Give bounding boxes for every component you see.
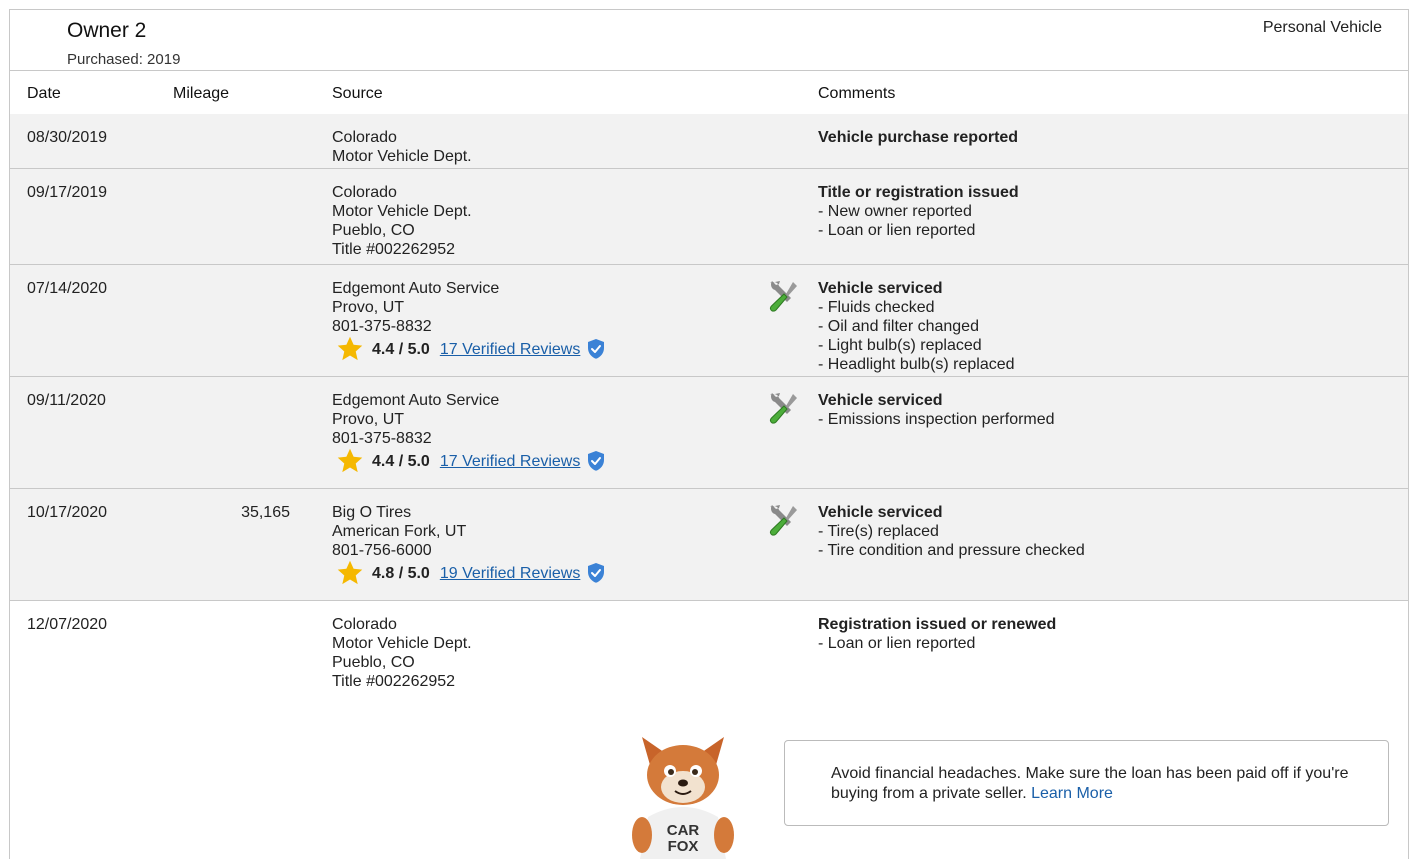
verified-shield-icon [588,563,605,583]
row-date: 12/07/2020 [27,616,108,633]
learn-more-link[interactable]: Learn More [1031,785,1113,802]
table-header: Date Mileage Source Comments [10,70,1408,115]
comment-line: - Oil and filter changed [818,318,979,335]
star-icon [337,560,363,585]
header-mileage: Mileage [173,85,230,102]
verified-reviews-link[interactable]: 17 Verified Reviews [440,340,581,359]
row-date: 08/30/2019 [27,129,108,146]
row-comments: Registration issued or renewed - Loan or… [818,615,1056,653]
wrench-screwdriver-icon [769,281,797,312]
comment-line: - Fluids checked [818,299,935,316]
table-row: 09/17/2019 Colorado Motor Vehicle Dept. … [10,169,1408,265]
source-line: Colorado [332,616,397,633]
row-comments: Vehicle purchase reported [818,128,1018,147]
source-line: Colorado [332,184,397,201]
source-line: Pueblo, CO [332,222,415,239]
row-mileage: 35,165 [241,504,290,521]
source-line: American Fork, UT [332,523,467,540]
star-icon [337,448,363,473]
comment-title: Vehicle serviced [818,504,943,521]
comment-line: - Tire condition and pressure checked [818,542,1085,559]
row-date: 10/17/2020 [27,504,108,521]
verified-shield-icon [588,451,605,471]
source-line: Pueblo, CO [332,654,415,671]
comment-line: - Emissions inspection performed [818,411,1055,428]
mascot-shirt-text: FOX [668,838,699,855]
row-comments: Vehicle serviced - Fluids checked - Oil … [818,279,1015,374]
comment-line: - Loan or lien reported [818,635,976,652]
source-line: Colorado [332,129,397,146]
shop-rating: 4.4 / 5.0 17 Verified Reviews [336,448,606,473]
source-line: Edgemont Auto Service [332,280,500,297]
rating-score: 4.4 / 5.0 [372,452,430,470]
row-date: 09/17/2019 [27,184,108,201]
source-line: Motor Vehicle Dept. [332,203,472,220]
source-line: 801-756-6000 [332,542,432,559]
source-line: Edgemont Auto Service [332,392,500,409]
source-line: Title #002262952 [332,673,456,690]
source-line: Provo, UT [332,299,405,316]
source-line: Motor Vehicle Dept. [332,635,472,652]
verified-reviews-link[interactable]: 17 Verified Reviews [440,452,581,471]
comment-line: - New owner reported [818,203,972,220]
row-comments: Title or registration issued - New owner… [818,183,1019,240]
carfox-mascot-image: CAR FOX [632,737,734,859]
owner-vehicle-type: Personal Vehicle [1262,19,1382,36]
header-source: Source [332,85,383,102]
header-date: Date [27,85,61,102]
source-line: Big O Tires [332,504,412,521]
rating-score: 4.8 / 5.0 [372,564,430,582]
comment-title: Vehicle serviced [818,392,943,409]
comment-line: - Loan or lien reported [818,222,976,239]
wrench-screwdriver-icon [769,505,797,536]
shop-rating: 4.8 / 5.0 19 Verified Reviews [336,560,606,585]
mascot-shirt-text: CAR [667,822,700,839]
source-line: Provo, UT [332,411,405,428]
source-line: Title #002262952 [332,241,456,258]
owner-purchased-year: Purchased: 2019 [67,51,181,68]
comment-title: Title or registration issued [818,184,1019,201]
row-source: Colorado Motor Vehicle Dept. Pueblo, CO … [332,615,472,691]
table-row: 08/30/2019 Colorado Motor Vehicle Dept. … [10,114,1408,169]
row-date: 09/11/2020 [27,392,106,409]
rating-score: 4.4 / 5.0 [372,340,430,358]
wrench-screwdriver-icon [769,393,797,424]
row-source: Edgemont Auto Service Provo, UT 801-375-… [332,279,499,336]
comment-line: - Light bulb(s) replaced [818,337,982,354]
verified-shield-icon [588,339,605,359]
table-row: 07/14/2020 Edgemont Auto Service Provo, … [10,265,1408,377]
comment-title: Vehicle serviced [818,280,943,297]
owner-history-card: Owner 2 Purchased: 2019 Personal Vehicle… [9,9,1409,859]
source-line: 801-375-8832 [332,430,432,447]
row-comments: Vehicle serviced - Emissions inspection … [818,391,1055,429]
tip-text-block: Avoid financial headaches. Make sure the… [831,764,1351,804]
table-row: 12/07/2020 Colorado Motor Vehicle Dept. … [10,601,1408,711]
header-comments: Comments [818,85,896,102]
row-source: Big O Tires American Fork, UT 801-756-60… [332,503,466,560]
table-row: 09/11/2020 Edgemont Auto Service Provo, … [10,377,1408,489]
shop-rating: 4.4 / 5.0 17 Verified Reviews [336,336,606,361]
comment-line: - Headlight bulb(s) replaced [818,356,1015,373]
loan-tip-box: Avoid financial headaches. Make sure the… [784,740,1389,826]
row-date: 07/14/2020 [27,280,108,297]
comment-title: Vehicle purchase reported [818,129,1019,146]
source-line: Motor Vehicle Dept. [332,148,472,165]
star-icon [337,336,363,361]
row-source: Edgemont Auto Service Provo, UT 801-375-… [332,391,499,448]
comment-title: Registration issued or renewed [818,616,1057,633]
source-line: 801-375-8832 [332,318,432,335]
row-source: Colorado Motor Vehicle Dept. [332,128,472,166]
table-row: 10/17/2020 35,165 Big O Tires American F… [10,489,1408,601]
verified-reviews-link[interactable]: 19 Verified Reviews [440,564,581,583]
row-source: Colorado Motor Vehicle Dept. Pueblo, CO … [332,183,472,259]
comment-line: - Tire(s) replaced [818,523,939,540]
owner-title: Owner 2 [67,19,147,42]
row-comments: Vehicle serviced - Tire(s) replaced - Ti… [818,503,1085,560]
